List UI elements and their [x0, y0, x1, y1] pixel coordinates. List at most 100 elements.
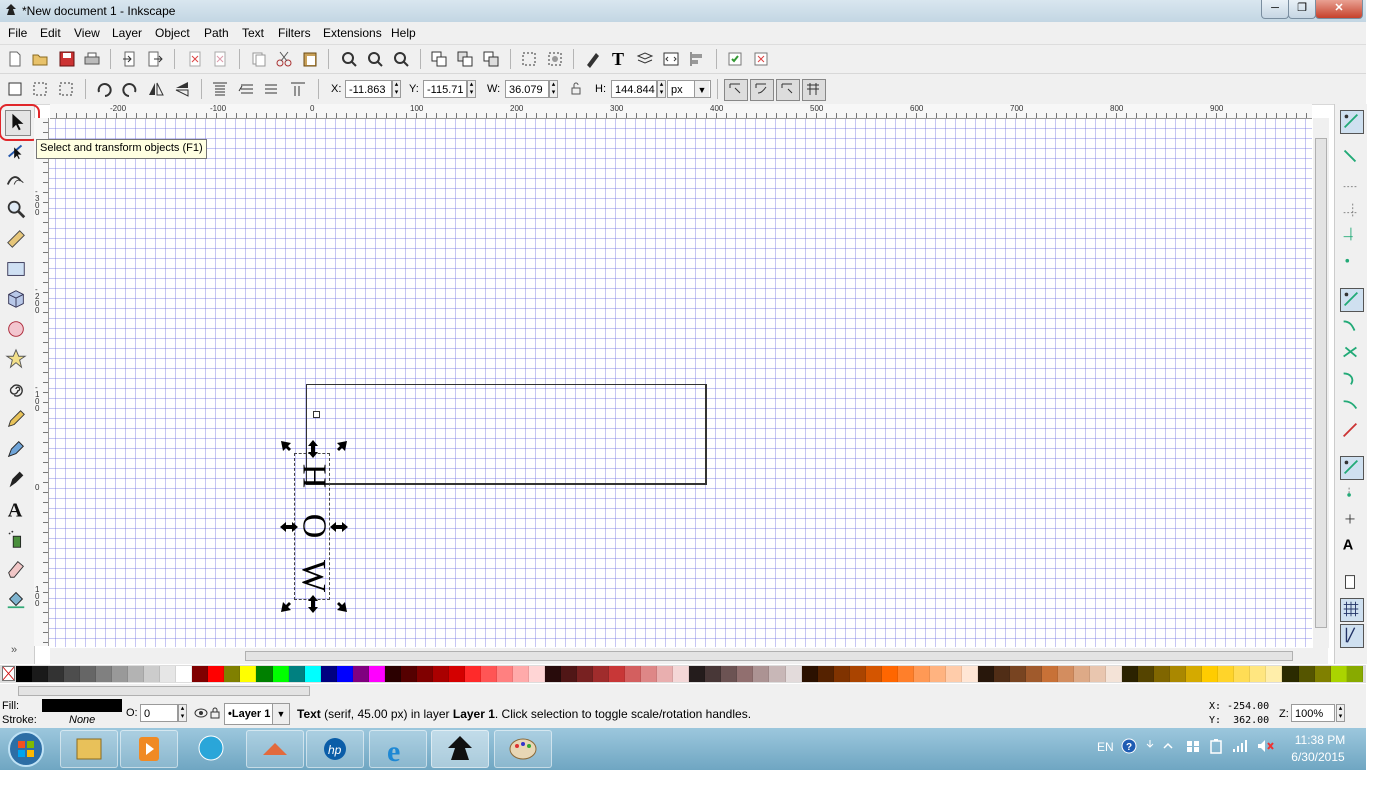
horizontal-scrollbar[interactable] [50, 648, 1328, 664]
cut-icon[interactable] [275, 50, 293, 68]
taskbar-inkscape[interactable] [431, 730, 489, 768]
group-icon[interactable] [520, 50, 538, 68]
color-swatch[interactable] [721, 666, 738, 682]
color-swatch[interactable] [384, 666, 401, 682]
spray-tool[interactable] [5, 528, 29, 552]
color-swatch[interactable] [1314, 666, 1331, 682]
color-swatch[interactable] [737, 666, 754, 682]
snap-cusp-icon[interactable] [1340, 368, 1362, 390]
color-swatch[interactable] [865, 666, 882, 682]
color-swatch[interactable] [400, 666, 417, 682]
color-swatch[interactable] [801, 666, 818, 682]
3d-box-tool[interactable] [5, 288, 29, 312]
volume-muted-icon[interactable] [1256, 738, 1274, 754]
undo-icon[interactable] [186, 50, 204, 68]
snap-bbox-corners-icon[interactable] [1340, 200, 1362, 222]
color-swatch[interactable] [1025, 666, 1042, 682]
color-swatch[interactable] [993, 666, 1010, 682]
scale-corners-toggle[interactable] [750, 79, 774, 101]
snap-bbox-icon[interactable] [1340, 146, 1362, 168]
import-icon[interactable] [121, 50, 139, 68]
taskbar-paint[interactable] [494, 730, 552, 768]
color-swatch[interactable] [1106, 666, 1123, 682]
color-swatch[interactable] [849, 666, 866, 682]
fill-stroke-icon[interactable] [584, 50, 602, 68]
taskbar-app-4[interactable] [246, 730, 304, 768]
color-swatch[interactable] [897, 666, 914, 682]
save-icon[interactable] [58, 50, 76, 68]
taskbar-internet-explorer[interactable]: e [369, 730, 427, 768]
color-swatch[interactable] [929, 666, 946, 682]
color-swatch[interactable] [16, 666, 33, 682]
color-swatch[interactable] [96, 666, 113, 682]
menu-edit[interactable]: Edit [40, 26, 61, 40]
snap-page-border-icon[interactable] [1340, 572, 1362, 594]
color-swatch[interactable] [1009, 666, 1026, 682]
flip-horizontal-icon[interactable] [147, 80, 165, 98]
color-swatch[interactable] [256, 666, 273, 682]
color-swatch[interactable] [432, 666, 449, 682]
color-swatch[interactable] [657, 666, 674, 682]
color-swatch[interactable] [1218, 666, 1235, 682]
align-distribute-icon[interactable] [688, 50, 706, 68]
measure-tool[interactable] [5, 228, 29, 252]
color-swatch[interactable] [561, 666, 578, 682]
menu-path[interactable]: Path [204, 26, 229, 40]
raise-to-top-icon[interactable] [211, 80, 229, 98]
zoom-page-icon[interactable] [392, 50, 410, 68]
x-field[interactable]: -11.863 [345, 80, 392, 98]
close-button[interactable]: ✕ [1315, 0, 1363, 19]
scale-stroke-toggle[interactable] [724, 79, 748, 101]
lock-ratio-icon[interactable] [567, 80, 585, 98]
color-swatch[interactable] [240, 666, 257, 682]
color-swatch[interactable] [593, 666, 610, 682]
hscroll-thumb[interactable] [245, 651, 1293, 661]
rotate-ccw-icon[interactable] [95, 80, 113, 98]
color-swatch[interactable] [817, 666, 834, 682]
color-swatch[interactable] [304, 666, 321, 682]
opacity-spinner[interactable]: ▴ ▾ [178, 704, 187, 722]
color-swatch[interactable] [1282, 666, 1299, 682]
color-swatch[interactable] [705, 666, 722, 682]
preferences-icon[interactable] [726, 50, 744, 68]
y-spinner[interactable]: ▴ ▾ [467, 80, 476, 98]
color-swatch[interactable] [480, 666, 497, 682]
help-icon[interactable]: ? [1121, 738, 1137, 754]
eraser-tool[interactable] [5, 558, 29, 582]
taskbar-media-player[interactable] [120, 730, 178, 768]
menu-text[interactable]: Text [242, 26, 264, 40]
snap-intersections-icon[interactable] [1340, 342, 1362, 364]
layers-icon[interactable] [636, 50, 654, 68]
y-field[interactable]: -115.71 [423, 80, 467, 98]
color-swatch[interactable] [32, 666, 49, 682]
w-field[interactable]: 36.079 [505, 80, 549, 98]
color-swatch[interactable] [785, 666, 802, 682]
color-swatch[interactable] [673, 666, 690, 682]
layer-select[interactable]: •Layer 1 ▼ [224, 703, 290, 725]
snap-bbox-edges-icon[interactable] [1340, 174, 1362, 196]
opacity-field[interactable]: 0 [140, 704, 178, 722]
paste-icon[interactable] [301, 50, 319, 68]
color-swatch[interactable] [577, 666, 594, 682]
eye-visibility-icon[interactable] [194, 707, 208, 719]
color-swatch[interactable] [1250, 666, 1267, 682]
color-swatch[interactable] [160, 666, 177, 682]
color-swatch[interactable] [689, 666, 706, 682]
clock-time[interactable]: 11:38 PM [1292, 733, 1348, 747]
open-icon[interactable] [31, 50, 49, 68]
color-swatch[interactable] [609, 666, 626, 682]
x-spinner[interactable]: ▴ ▾ [392, 80, 401, 98]
minimize-button[interactable]: ─ [1261, 0, 1289, 19]
color-swatch[interactable] [1266, 666, 1283, 682]
color-swatch[interactable] [464, 666, 481, 682]
fill-swatch[interactable] [42, 699, 122, 712]
color-swatch[interactable] [272, 666, 289, 682]
color-swatch[interactable] [833, 666, 850, 682]
color-swatch[interactable] [945, 666, 962, 682]
color-swatch[interactable] [288, 666, 305, 682]
no-paint-swatch[interactable] [2, 666, 15, 681]
battery-icon[interactable] [1209, 738, 1223, 754]
color-swatch[interactable] [448, 666, 465, 682]
color-swatch[interactable] [977, 666, 994, 682]
text-tool[interactable]: A [5, 498, 29, 522]
